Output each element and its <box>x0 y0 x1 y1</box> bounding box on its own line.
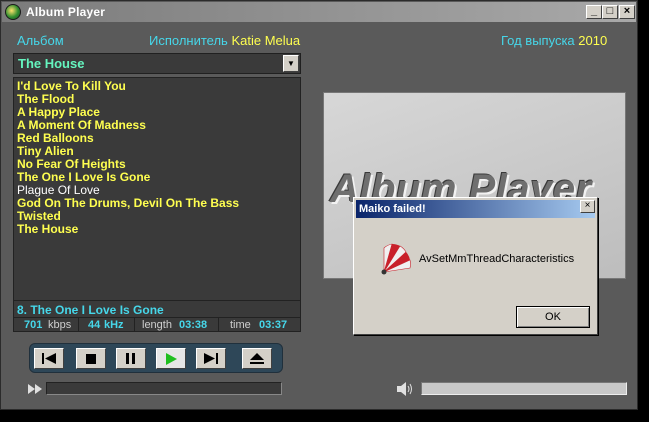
eject-icon <box>250 353 264 364</box>
chevron-down-icon[interactable]: ▼ <box>283 55 299 72</box>
track-info: 701 kbps 44 kHz length 03:38 time 03:37 <box>14 317 300 332</box>
track-item[interactable]: The House <box>17 223 239 236</box>
sample-rate-value: 44 <box>88 319 101 331</box>
minimize-button[interactable]: _ <box>586 5 602 19</box>
length-label: length <box>142 319 172 331</box>
dialog-message: AvSetMmThreadCharacteristics <box>419 253 575 265</box>
track-list[interactable]: I'd Love To Kill You The Flood A Happy P… <box>17 80 239 236</box>
bitrate-unit: kbps <box>48 319 72 331</box>
sample-rate-unit: kHz <box>104 319 124 331</box>
artist-label: Исполнитель <box>149 33 228 48</box>
year-heading: Год выпуска 2010 <box>501 33 607 48</box>
fast-forward-icon <box>28 384 42 394</box>
prev-track-icon <box>42 353 56 364</box>
ok-button[interactable]: OK <box>516 306 590 328</box>
volume-slider[interactable] <box>421 382 627 395</box>
playback-controls <box>29 343 283 373</box>
pause-icon <box>126 353 135 364</box>
maximize-button[interactable]: □ <box>602 5 618 19</box>
fan-icon <box>381 243 411 275</box>
stop-icon <box>86 353 96 364</box>
dialog-close-button[interactable]: × <box>580 200 595 213</box>
album-select-value: The House <box>18 56 85 71</box>
close-button[interactable]: × <box>619 5 635 19</box>
album-select[interactable]: The House ▼ <box>13 53 301 74</box>
eject-button[interactable] <box>242 348 272 369</box>
year-value: 2010 <box>578 33 608 48</box>
next-track-icon <box>204 353 218 364</box>
stop-button[interactable] <box>76 348 106 369</box>
error-dialog: Maiko failed! × AvSetMmThreadCharacteris… <box>353 197 598 335</box>
pause-button[interactable] <box>116 348 146 369</box>
next-button[interactable] <box>196 348 226 369</box>
dialog-title: Maiko failed! <box>359 203 426 215</box>
prev-button[interactable] <box>34 348 64 369</box>
album-label: Альбом <box>17 33 64 48</box>
seek-bar[interactable] <box>46 382 282 395</box>
time-label: time <box>230 319 251 331</box>
now-playing: 8. The One I Love Is Gone <box>14 300 300 317</box>
bitrate-value: 701 <box>24 319 43 331</box>
play-icon <box>165 352 177 365</box>
artist-value: Katie Melua <box>231 33 301 48</box>
year-label: Год выпуска <box>501 33 575 48</box>
speaker-icon <box>397 382 412 396</box>
length-value: 03:38 <box>179 319 208 331</box>
window-title: Album Player <box>26 5 106 19</box>
app-icon <box>5 4 21 20</box>
dialog-title-bar[interactable]: Maiko failed! <box>356 200 595 218</box>
title-bar[interactable]: Album Player _ □ × <box>2 2 636 22</box>
artist-heading: Исполнитель Katie Melua <box>149 33 300 48</box>
track-panel: I'd Love To Kill You The Flood A Happy P… <box>13 77 301 332</box>
play-button[interactable] <box>156 348 186 369</box>
time-value: 03:37 <box>259 319 288 331</box>
